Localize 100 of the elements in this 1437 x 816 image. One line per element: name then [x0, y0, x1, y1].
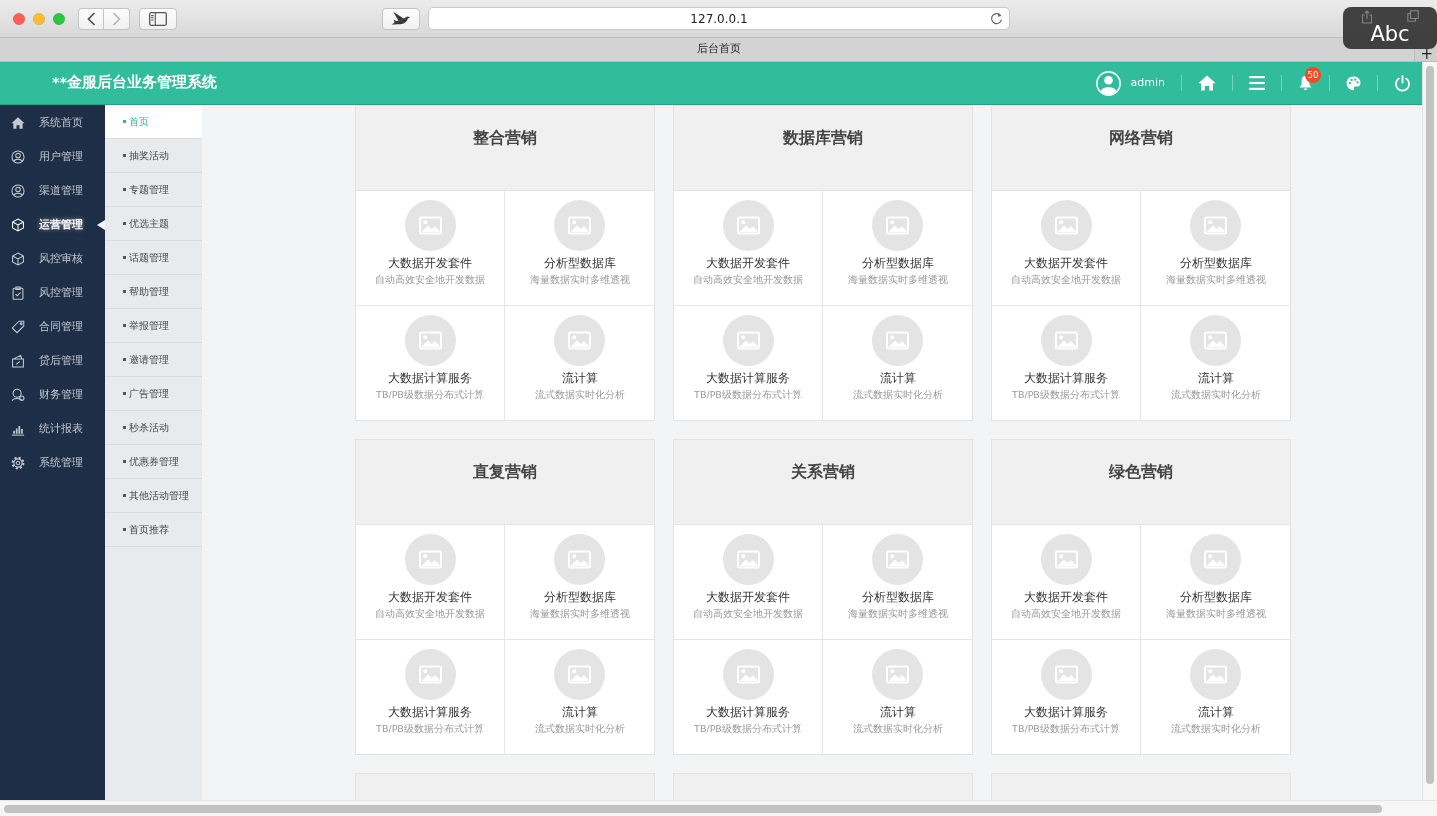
product-title: 流计算	[561, 371, 598, 386]
product-tile[interactable]: 大数据开发套件 自动高效安全地开发数据	[992, 191, 1141, 306]
chevron-left-icon	[86, 11, 96, 26]
bullet-icon	[123, 290, 126, 293]
vertical-scrollbar[interactable]	[1422, 62, 1437, 800]
sidebar-item[interactable]: 贷后管理	[0, 344, 105, 378]
user-icon	[11, 184, 25, 198]
product-tile[interactable]: 大数据开发套件 自动高效安全地开发数据	[674, 525, 823, 640]
image-placeholder-icon	[872, 200, 923, 251]
product-title: 流计算	[561, 705, 598, 720]
bullet-icon	[123, 426, 126, 429]
image-placeholder-icon	[554, 200, 605, 251]
product-title: 大数据开发套件	[706, 256, 790, 271]
palette-icon[interactable]	[1346, 75, 1361, 91]
sidebar-toggle-button[interactable]	[139, 7, 177, 30]
image-placeholder-icon	[722, 315, 774, 366]
product-tile[interactable]: 大数据开发套件 自动高效安全地开发数据	[356, 191, 505, 306]
menu-icon[interactable]	[1249, 76, 1265, 90]
sidebar-item[interactable]: 系统管理	[0, 446, 105, 480]
image-placeholder-icon	[872, 649, 923, 700]
product-description: TB/PB级数据分布式计算	[1012, 723, 1120, 735]
share-icon[interactable]	[1361, 10, 1373, 24]
product-title: 大数据开发套件	[1024, 590, 1108, 605]
product-description: 海量数据实时多维透视	[847, 274, 948, 286]
product-description: 自动高效安全地开发数据	[375, 274, 485, 286]
product-description: 海量数据实时多维透视	[847, 608, 948, 620]
product-title: 分析型数据库	[543, 590, 616, 605]
sidebar-item[interactable]: 渠道管理	[0, 174, 105, 208]
home-icon[interactable]	[1198, 75, 1216, 91]
product-description: TB/PB级数据分布式计算	[694, 389, 802, 401]
sidebar-item[interactable]: 风控审核	[0, 242, 105, 276]
image-placeholder-icon	[722, 200, 774, 251]
scrollbar-thumb[interactable]	[4, 804, 1382, 813]
product-title: 分析型数据库	[543, 256, 616, 271]
sidebar-item[interactable]: 财务管理	[0, 378, 105, 412]
product-title: 分析型数据库	[1179, 256, 1252, 271]
tabs-icon[interactable]	[1407, 10, 1419, 22]
product-description: 自动高效安全地开发数据	[693, 274, 803, 286]
product-title: 大数据开发套件	[388, 590, 472, 605]
section-title: 关系营销	[791, 462, 855, 481]
close-window-icon[interactable]	[13, 12, 25, 25]
product-title: 大数据开发套件	[388, 256, 472, 271]
extension-button[interactable]	[382, 7, 420, 30]
product-description: 流式数据实时化分析	[534, 723, 625, 735]
sidebar-item[interactable]: 合同管理	[0, 310, 105, 344]
minimize-window-icon[interactable]	[33, 12, 45, 25]
sidebar-item[interactable]: 风控管理	[0, 276, 105, 310]
section-title: 网络营销	[1109, 128, 1173, 147]
product-description: 流式数据实时化分析	[1170, 723, 1261, 735]
bullet-icon	[123, 222, 126, 225]
home-icon	[11, 116, 25, 130]
product-title: 分析型数据库	[861, 256, 934, 271]
tab-title[interactable]: 后台首页	[696, 41, 741, 58]
power-icon[interactable]	[1394, 74, 1411, 92]
image-placeholder-icon	[1040, 200, 1092, 251]
product-title: 大数据开发套件	[706, 590, 790, 605]
scrollbar-thumb[interactable]	[1426, 66, 1434, 784]
product-description: 流式数据实时化分析	[1170, 389, 1261, 401]
back-button[interactable]	[78, 7, 104, 30]
section-title: 直复营销	[473, 462, 537, 481]
sidebar-item[interactable]: 运营管理	[0, 208, 105, 242]
section-title: 绿色营销	[1109, 462, 1173, 481]
image-placeholder-icon	[554, 649, 605, 700]
horizontal-scrollbar[interactable]	[0, 800, 1437, 816]
product-description: TB/PB级数据分布式计算	[376, 723, 484, 735]
image-placeholder-icon	[404, 649, 456, 700]
product-description: 自动高效安全地开发数据	[375, 608, 485, 620]
bullet-icon	[123, 528, 126, 531]
reload-icon[interactable]	[990, 12, 1003, 25]
product-description: 流式数据实时化分析	[534, 389, 625, 401]
chevron-right-icon	[112, 11, 121, 26]
zoom-window-icon[interactable]	[53, 12, 65, 25]
product-tile[interactable]: 大数据开发套件 自动高效安全地开发数据	[674, 191, 823, 306]
image-placeholder-icon	[1190, 534, 1241, 585]
product-title: 流计算	[1197, 371, 1234, 386]
product-description: TB/PB级数据分布式计算	[376, 389, 484, 401]
product-tile[interactable]: 大数据开发套件 自动高效安全地开发数据	[356, 525, 505, 640]
cube-icon	[11, 252, 25, 266]
image-placeholder-icon	[1040, 315, 1092, 366]
image-placeholder-icon	[1190, 649, 1241, 700]
product-title: 流计算	[879, 371, 916, 386]
bird-icon	[391, 11, 411, 26]
product-tile[interactable]: 大数据开发套件 自动高效安全地开发数据	[992, 525, 1141, 640]
product-title: 大数据计算服务	[1024, 705, 1108, 720]
product-title: 大数据计算服务	[706, 705, 790, 720]
image-placeholder-icon	[1190, 315, 1241, 366]
section-title: 整合营销	[473, 128, 537, 147]
wallet-icon	[11, 354, 25, 368]
image-placeholder-icon	[722, 534, 774, 585]
image-placeholder-icon	[872, 534, 923, 585]
sidebar-item[interactable]: 统计报表	[0, 412, 105, 446]
sidebar-item[interactable]: 系统首页	[0, 106, 105, 140]
product-description: 流式数据实时化分析	[852, 723, 943, 735]
bullet-icon	[123, 154, 126, 157]
avatar-icon	[1095, 70, 1121, 96]
product-description: TB/PB级数据分布式计算	[1012, 389, 1120, 401]
address-field[interactable]: 127.0.0.1	[428, 7, 1010, 30]
product-description: 自动高效安全地开发数据	[1011, 608, 1121, 620]
bullet-icon	[123, 256, 126, 259]
sidebar-item[interactable]: 用户管理	[0, 140, 105, 174]
